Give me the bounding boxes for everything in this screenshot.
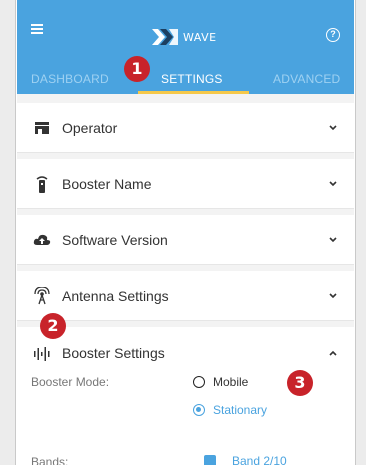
section-booster-name[interactable]: Booster Name bbox=[17, 159, 354, 209]
stationary-radio-label[interactable]: Stationary bbox=[213, 403, 267, 417]
chevron-down-icon bbox=[329, 181, 337, 187]
section-antenna-settings[interactable]: Antenna Settings bbox=[17, 271, 354, 321]
left-margin bbox=[0, 0, 16, 465]
section-label: Booster Name bbox=[62, 176, 152, 192]
chevron-down-icon bbox=[329, 125, 337, 131]
band-option-label[interactable]: Band 2/10 bbox=[232, 454, 287, 465]
brand-logo: WAVE bbox=[152, 26, 217, 48]
section-label: Operator bbox=[62, 120, 118, 136]
menu-icon[interactable] bbox=[31, 24, 47, 36]
section-booster-settings: Booster Settings Booster Mode: Mobile St… bbox=[17, 327, 354, 465]
operator-icon bbox=[35, 122, 49, 134]
booster-device-icon bbox=[36, 176, 48, 193]
mobile-radio-label[interactable]: Mobile bbox=[213, 375, 248, 389]
mobile-radio[interactable] bbox=[193, 376, 205, 388]
signal-bars-icon bbox=[34, 347, 50, 361]
app-header: WAVE ? DASHBOARD SETTINGS ADVANCED bbox=[17, 0, 354, 94]
bands-label: Bands: bbox=[31, 455, 69, 465]
cloud-upload-icon bbox=[33, 234, 51, 245]
tab-advanced[interactable]: ADVANCED bbox=[273, 72, 340, 86]
right-margin bbox=[355, 0, 366, 465]
chevron-up-icon[interactable] bbox=[328, 348, 338, 358]
screenshot-frame: WAVE ? DASHBOARD SETTINGS ADVANCED Opera… bbox=[0, 0, 366, 465]
chevron-down-icon bbox=[329, 237, 337, 243]
section-label: Antenna Settings bbox=[62, 288, 169, 304]
chevron-down-icon bbox=[329, 293, 337, 299]
callout-marker-3: 3 bbox=[287, 370, 313, 396]
booster-mode-label: Booster Mode: bbox=[31, 375, 110, 389]
tab-settings[interactable]: SETTINGS bbox=[161, 72, 223, 86]
help-icon[interactable]: ? bbox=[326, 28, 340, 42]
callout-marker-1: 1 bbox=[124, 56, 150, 82]
section-software-version[interactable]: Software Version bbox=[17, 215, 354, 265]
section-operator[interactable]: Operator bbox=[17, 103, 354, 153]
section-label: Software Version bbox=[62, 232, 168, 248]
antenna-icon bbox=[34, 287, 50, 305]
tab-dashboard[interactable]: DASHBOARD bbox=[31, 72, 109, 86]
stationary-radio[interactable] bbox=[193, 404, 205, 416]
logo-icon bbox=[152, 29, 178, 45]
callout-marker-2: 2 bbox=[40, 313, 66, 339]
section-label[interactable]: Booster Settings bbox=[62, 345, 165, 361]
brand-name: WAVE bbox=[183, 30, 217, 44]
band-checkbox[interactable] bbox=[204, 455, 216, 465]
